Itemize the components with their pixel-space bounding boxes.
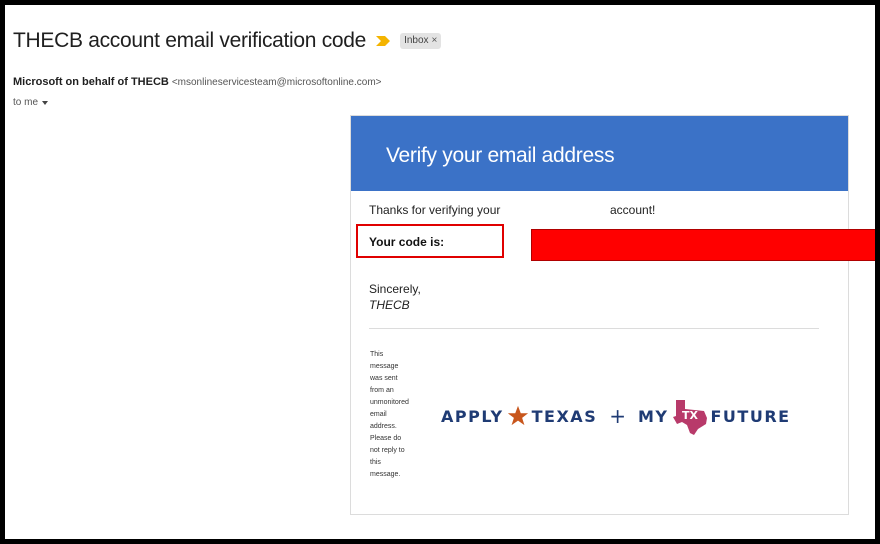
recipient-text: to me: [13, 97, 39, 108]
logo-apply: APPLY: [441, 406, 504, 426]
email-subject: THECB account email verification code: [13, 29, 367, 52]
sender-name: Microsoft on behalf of THECB: [13, 76, 169, 88]
star-icon: [507, 405, 528, 426]
code-redaction: [531, 229, 875, 261]
inbox-label[interactable]: Inbox ×: [400, 33, 442, 49]
disclaimer-text: This message was sent from an unmonitore…: [370, 351, 409, 478]
chevron-down-icon[interactable]: [42, 100, 49, 105]
closing-text: Sincerely,: [369, 282, 421, 296]
logo-texas: TEXAS: [531, 406, 598, 426]
applytexas-mytxfuture-logo: APPLY TEXAS + MY TX FUTURE: [441, 396, 791, 436]
code-label: Your code is:: [369, 235, 445, 249]
remove-label-icon[interactable]: ×: [432, 35, 438, 46]
subject-row: THECB account email verification code In…: [13, 29, 442, 53]
importance-marker-icon[interactable]: [376, 36, 391, 46]
signature-text: THECB: [369, 298, 410, 312]
thanks-text: Thanks for verifying your: [369, 203, 501, 217]
texas-map-icon: TX: [672, 400, 707, 435]
message-header: Verify your email address: [351, 116, 848, 191]
logo-tx: TX: [682, 409, 699, 422]
message-header-title: Verify your email address: [386, 144, 615, 167]
divider: [369, 328, 819, 329]
logo-my: MY: [637, 406, 669, 426]
logo-plus: +: [609, 404, 626, 428]
sender-email: <msonlineservicesteam@microsoftonline.co…: [171, 77, 382, 88]
recipient-details-toggle[interactable]: to me: [13, 97, 49, 108]
logo-future: FUTURE: [710, 406, 791, 426]
message-card: Verify your email address Thanks for ver…: [350, 115, 875, 515]
sender-row: Microsoft on behalf of THECB <msonlineser…: [13, 76, 382, 88]
thanks-tail: account!: [610, 203, 656, 217]
inbox-label-text: Inbox: [404, 35, 429, 46]
email-view: THECB account email verification code In…: [5, 5, 875, 539]
